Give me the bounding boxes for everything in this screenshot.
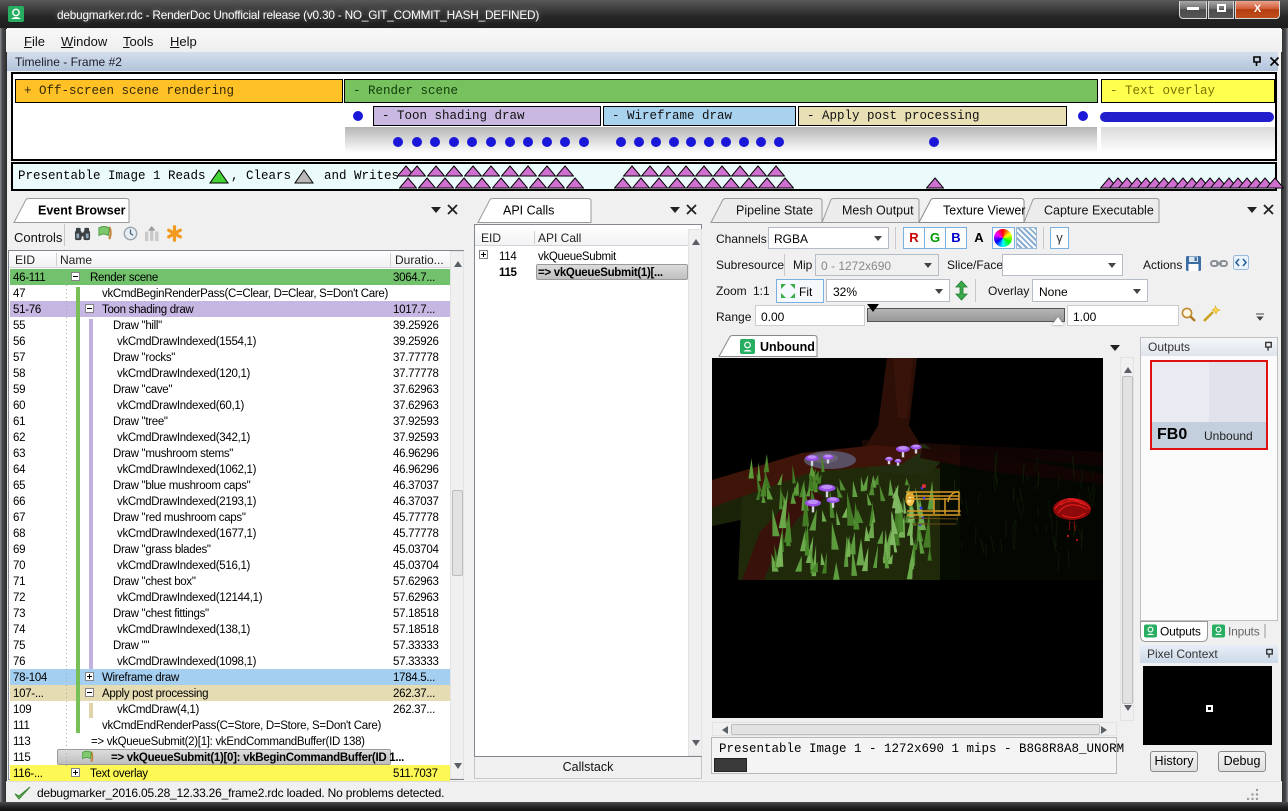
svg-text:API Calls: API Calls [503, 204, 554, 218]
svg-text:Texture Viewer: Texture Viewer [943, 204, 1025, 218]
svg-text:Pipeline State: Pipeline State [736, 204, 813, 218]
svg-text:Unbound: Unbound [760, 340, 815, 354]
svg-text:Capture Executable: Capture Executable [1044, 204, 1154, 218]
svg-text:Event Browser: Event Browser [38, 204, 126, 218]
svg-text:Mesh Output: Mesh Output [842, 204, 914, 218]
svg-text:Outputs: Outputs [1160, 625, 1201, 639]
svg-text:Inputs: Inputs [1228, 625, 1260, 639]
